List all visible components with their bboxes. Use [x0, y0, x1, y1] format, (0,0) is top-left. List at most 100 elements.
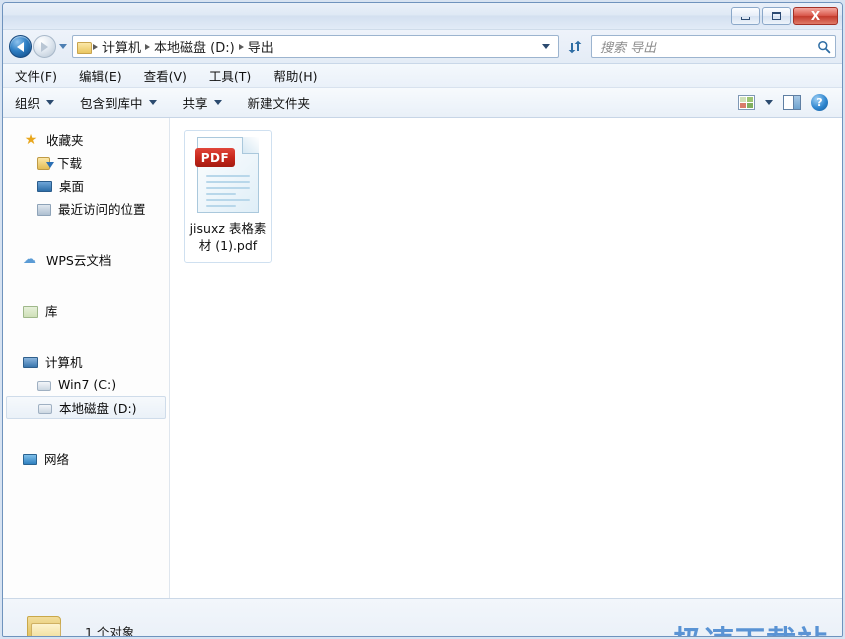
star-icon: ★	[24, 131, 38, 148]
address-dropdown-caret-icon[interactable]	[542, 44, 550, 49]
address-bar[interactable]: 计算机 本地磁盘 (D:) 导出	[72, 35, 559, 58]
organize-label: 组织	[15, 96, 41, 111]
breadcrumb-item-local-disk-d[interactable]: 本地磁盘 (D:)	[151, 36, 238, 57]
refresh-button[interactable]	[561, 34, 588, 59]
sidebar-item-downloads[interactable]: 下载	[3, 151, 169, 174]
pdf-line	[206, 193, 236, 195]
chevron-down-icon	[148, 100, 157, 105]
breadcrumb: 计算机 本地磁盘 (D:) 导出	[92, 36, 538, 57]
sidebar-item-label: 网络	[44, 452, 70, 467]
menu-item-edit[interactable]: 编辑(E)	[79, 66, 122, 85]
downloads-icon	[37, 156, 54, 170]
menu-item-view[interactable]: 查看(V)	[144, 66, 187, 85]
pdf-folded-corner	[242, 137, 259, 154]
pdf-badge: PDF	[195, 148, 235, 167]
forward-arrow-icon	[41, 41, 48, 52]
view-options-icon[interactable]	[738, 95, 755, 110]
view-options-caret-icon[interactable]	[765, 100, 773, 105]
view-cell	[747, 97, 753, 102]
nav-group-wps-cloud: ☁ WPS云文档	[3, 248, 169, 271]
hard-drive-icon	[37, 381, 51, 391]
file-list-pane[interactable]: PDF jisuxz 表格素材 (1).pdf	[170, 118, 842, 598]
include-in-library-label: 包含到库中	[80, 96, 143, 111]
breadcrumb-item-computer[interactable]: 计算机	[99, 36, 144, 57]
new-folder-label: 新建文件夹	[247, 96, 311, 111]
recent-locations-caret-icon[interactable]	[59, 44, 67, 49]
sidebar-item-local-disk-d[interactable]: 本地磁盘 (D:)	[6, 396, 166, 419]
nav-group-favorites: ★ 收藏夹 下载 桌面 最近访问的位置	[3, 128, 169, 220]
sidebar-item-desktop[interactable]: 桌面	[3, 174, 169, 197]
sidebar-item-label: WPS云文档	[46, 253, 112, 268]
minimize-button[interactable]	[731, 7, 760, 25]
breadcrumb-separator-icon	[238, 43, 244, 50]
search-box[interactable]: 搜索 导出	[591, 35, 836, 58]
menu-item-help[interactable]: 帮助(H)	[273, 66, 317, 85]
pdf-line	[206, 199, 250, 201]
breadcrumb-separator-icon	[93, 43, 98, 50]
organize-button[interactable]: 组织	[15, 93, 55, 112]
pdf-line	[206, 181, 250, 183]
minimize-icon	[741, 17, 750, 20]
sidebar-item-wps-cloud[interactable]: ☁ WPS云文档	[3, 248, 169, 271]
menu-item-file[interactable]: 文件(F)	[15, 66, 57, 85]
sidebar-item-label: 计算机	[45, 355, 83, 370]
search-input[interactable]: 搜索 导出	[600, 37, 817, 56]
library-icon	[23, 305, 38, 318]
recent-places-icon	[37, 203, 51, 216]
chevron-down-icon	[46, 100, 55, 105]
maximize-button[interactable]	[762, 7, 791, 25]
navigation-bar: 计算机 本地磁盘 (D:) 导出 搜索 导出	[3, 30, 842, 64]
back-button[interactable]	[9, 35, 32, 58]
file-item-pdf[interactable]: PDF jisuxz 表格素材 (1).pdf	[184, 130, 272, 263]
breadcrumb-item-current-folder[interactable]: 导出	[245, 36, 277, 57]
sidebar-item-label: 下载	[57, 156, 83, 171]
include-in-library-button[interactable]: 包含到库中	[80, 93, 157, 112]
new-folder-button[interactable]: 新建文件夹	[248, 93, 311, 112]
address-folder-icon	[77, 41, 92, 54]
close-icon: X	[810, 9, 821, 23]
search-icon	[818, 40, 831, 53]
command-toolbar: 组织 包含到库中 共享 新建文件夹 ?	[3, 88, 842, 118]
maximize-icon	[772, 12, 781, 20]
sidebar-item-label: 最近访问的位置	[58, 202, 146, 217]
status-text: 1 个对象	[85, 624, 135, 637]
pdf-file-icon: PDF	[195, 137, 259, 213]
watermark: 极速下载站	[673, 617, 828, 636]
chevron-down-icon	[213, 100, 222, 105]
nav-group-network: 网络	[3, 447, 169, 470]
close-button[interactable]: X	[793, 7, 838, 25]
forward-button[interactable]	[33, 35, 56, 58]
file-item-label: jisuxz 表格素材 (1).pdf	[189, 221, 267, 253]
window-body: ★ 收藏夹 下载 桌面 最近访问的位置 ☁ WPS云文档 库 计算机 Win7 …	[3, 118, 842, 598]
toolbar-right-group: ?	[738, 94, 834, 111]
pdf-text-lines	[206, 175, 250, 211]
view-cell	[740, 97, 746, 102]
sidebar-item-computer[interactable]: 计算机	[3, 350, 169, 373]
view-cell	[740, 103, 746, 108]
hard-drive-icon	[38, 404, 52, 414]
nav-group-libraries: 库	[3, 299, 169, 322]
view-cell	[747, 103, 753, 108]
preview-pane-icon[interactable]	[783, 95, 801, 110]
help-icon[interactable]: ?	[811, 94, 828, 111]
share-button[interactable]: 共享	[183, 93, 222, 112]
sidebar-item-favorites[interactable]: ★ 收藏夹	[3, 128, 169, 151]
sidebar-item-libraries[interactable]: 库	[3, 299, 169, 322]
preview-pane-left	[784, 96, 793, 109]
window-controls: X	[731, 7, 838, 25]
sidebar-item-win7-c[interactable]: Win7 (C:)	[3, 373, 169, 396]
breadcrumb-separator-icon	[145, 43, 151, 50]
pdf-line	[206, 187, 250, 189]
menu-item-tools[interactable]: 工具(T)	[209, 66, 251, 85]
pdf-line	[206, 205, 236, 207]
status-bar: 1 个对象 极速下载站	[3, 598, 842, 637]
menu-bar: 文件(F) 编辑(E) 查看(V) 工具(T) 帮助(H)	[3, 64, 842, 88]
sidebar-item-recent-places[interactable]: 最近访问的位置	[3, 197, 169, 220]
sidebar-item-network[interactable]: 网络	[3, 447, 169, 470]
folder-icon	[27, 616, 63, 636]
explorer-window: X 计算机 本地磁盘 (D:) 导出 搜索 导出 文件(F) 编辑(E) 查看(…	[2, 2, 843, 637]
